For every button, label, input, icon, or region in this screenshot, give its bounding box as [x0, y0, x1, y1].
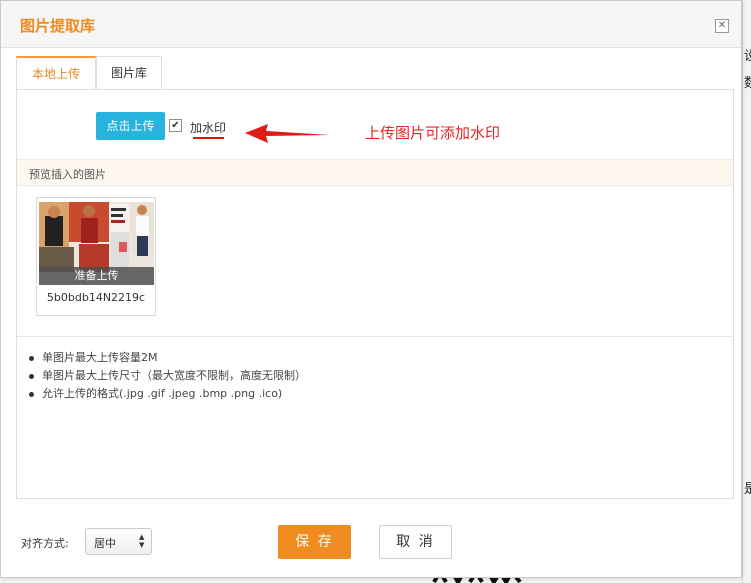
note-item: 单图片最大上传尺寸（最大宽度不限制，高度无限制） [28, 367, 306, 385]
background-text: 数 [744, 76, 751, 91]
thumbnail-filename: 5b0bdb14N2219c [46, 291, 146, 304]
upload-notes: 单图片最大上传容量2M 单图片最大上传尺寸（最大宽度不限制，高度无限制） 允许上… [28, 349, 306, 403]
select-arrows-icon: ▲ ▼ [139, 533, 145, 549]
background-divider [742, 0, 743, 583]
annotation-underline [193, 137, 224, 139]
annotation-arrow-icon [245, 124, 330, 143]
tab-image-library[interactable]: 图片库 [96, 56, 162, 89]
align-select[interactable]: 居中 ▲ ▼ [85, 528, 152, 555]
close-icon[interactable]: ✕ [715, 19, 729, 33]
note-item: 允许上传的格式(.jpg .gif .jpeg .bmp .png .ico) [28, 385, 306, 403]
dialog-title: 图片提取库 [20, 17, 96, 35]
upload-button[interactable]: 点击上传 [96, 112, 165, 140]
align-label: 对齐方式: [21, 537, 69, 550]
cancel-button[interactable]: 取 消 [379, 525, 452, 559]
upload-status-label: 准备上传 [39, 267, 154, 285]
preview-header: 预览插入的图片 [17, 159, 733, 186]
watermark-checkbox[interactable]: ✔ [169, 119, 182, 132]
annotation-text: 上传图片可添加水印 [365, 124, 501, 142]
background-text: 是 [744, 482, 751, 497]
preview-title: 预览插入的图片 [29, 168, 106, 181]
dialog-titlebar: 图片提取库 ✕ [1, 1, 741, 48]
tab-local-upload[interactable]: 本地上传 [16, 56, 96, 90]
image-thumbnail-card[interactable]: 准备上传 5b0bdb14N2219c [36, 197, 156, 316]
align-selected-value: 居中 [94, 537, 116, 550]
background-text: 设 [744, 49, 751, 64]
watermark-label: 加水印 [190, 121, 227, 135]
save-button[interactable]: 保 存 [278, 525, 351, 559]
note-item: 单图片最大上传容量2M [28, 349, 306, 367]
